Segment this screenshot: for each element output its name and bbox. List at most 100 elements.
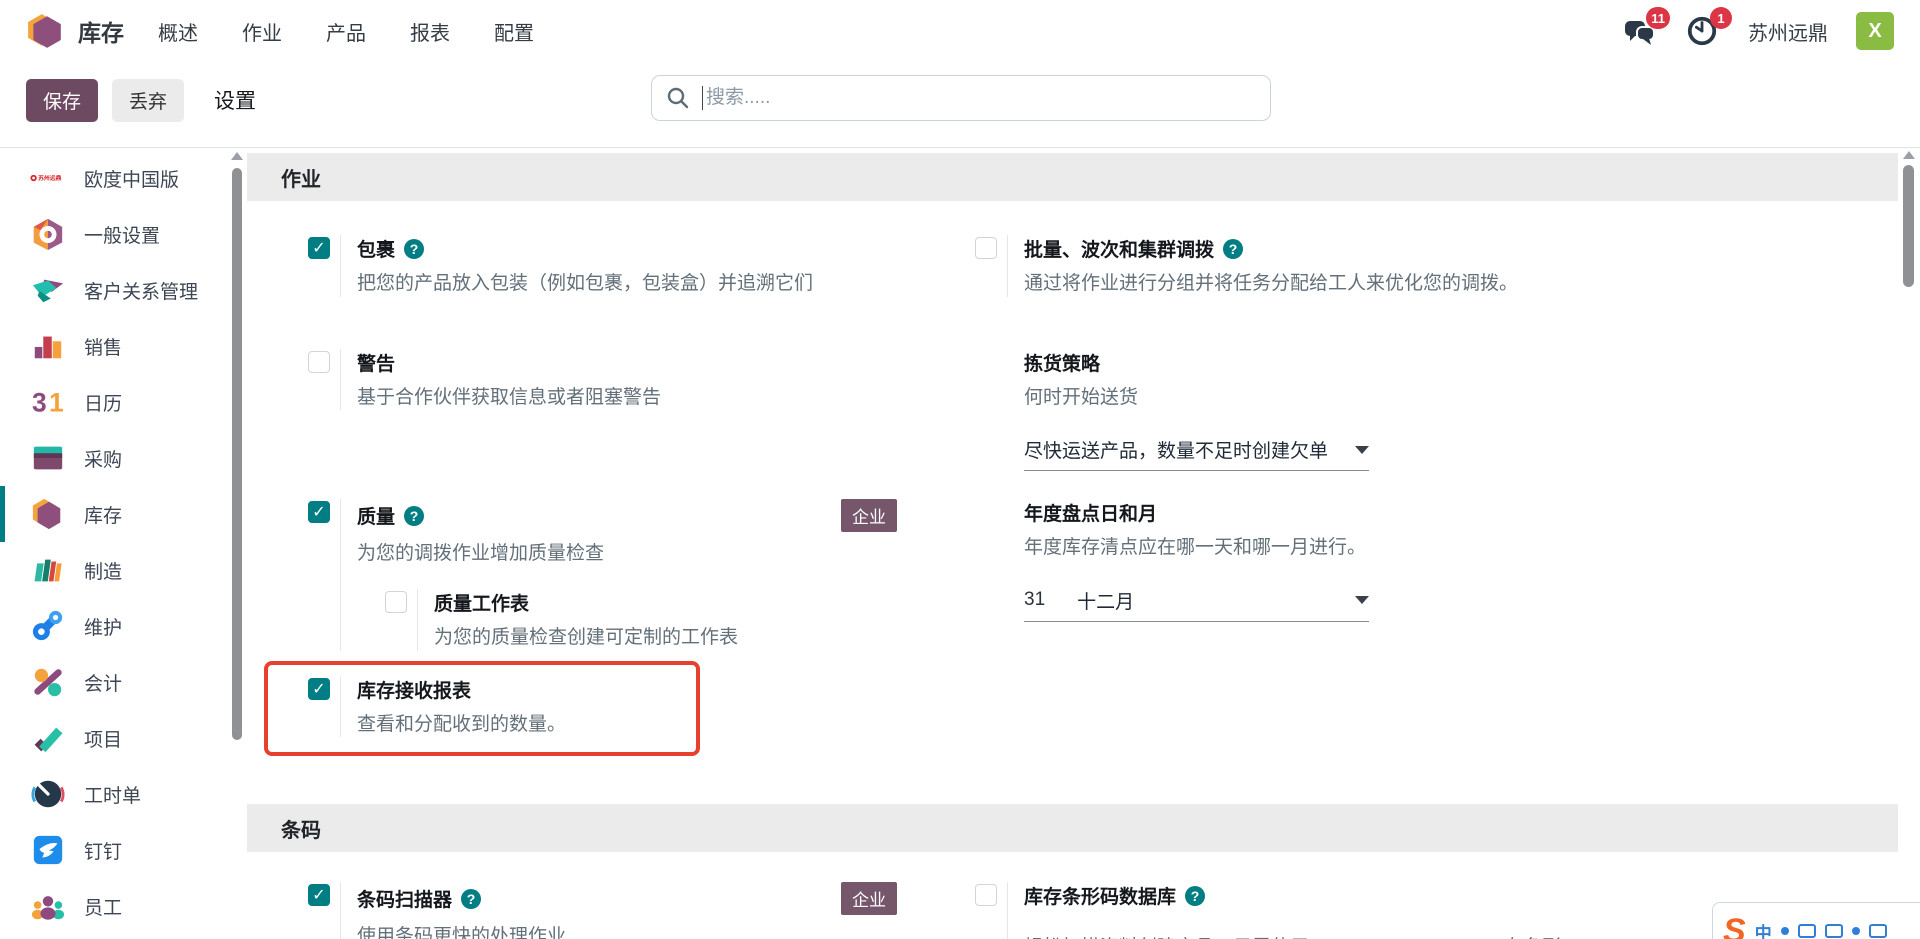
setting-label: 年度盘点日和月 <box>1024 499 1157 526</box>
avatar[interactable]: X <box>1856 12 1894 50</box>
help-icon[interactable]: ? <box>1185 886 1205 906</box>
annual-month-select[interactable]: 十二月 <box>1077 587 1134 614</box>
maintenance-icon <box>30 608 66 644</box>
setting-label: 质量 <box>357 502 395 529</box>
accounting-icon <box>30 664 66 700</box>
ime-mic-icon[interactable] <box>1852 927 1860 935</box>
setting-warnings: 警告 基于合作伙伴获取信息或者阻塞警告 <box>308 349 975 472</box>
ime-toolbox-icon[interactable] <box>1825 924 1843 938</box>
sidebar-item-project[interactable]: 项目 <box>0 710 227 766</box>
search-box[interactable] <box>651 75 1271 121</box>
user-menu[interactable]: 苏州远鼎 <box>1748 17 1828 46</box>
sidebar-item-general-settings[interactable]: 一般设置 <box>0 206 227 262</box>
scroll-up-arrow-icon[interactable] <box>231 152 243 160</box>
sidebar-item-manufacturing[interactable]: 制造 <box>0 542 227 598</box>
scroll-up-arrow-icon[interactable] <box>1903 151 1915 159</box>
setting-desc: 查看和分配收到的数量。 <box>357 712 696 738</box>
menu-configuration[interactable]: 配置 <box>494 17 534 46</box>
setting-reception-report: 库存接收报表 查看和分配收到的数量。 <box>308 676 696 738</box>
ime-keyboard-icon[interactable] <box>1798 924 1816 938</box>
help-icon[interactable]: ? <box>404 239 424 259</box>
batch-checkbox[interactable] <box>975 237 997 259</box>
menu-products[interactable]: 产品 <box>326 17 366 46</box>
project-icon <box>30 720 66 756</box>
setting-barcode-scanner: 条码扫描器 ? 企业 使用条码更快的处理作业 <box>308 882 975 939</box>
help-icon[interactable]: ? <box>404 506 424 526</box>
svg-text:3: 3 <box>32 387 47 417</box>
annual-day-input[interactable]: 31 <box>1024 589 1045 611</box>
control-bar: 保存 丢弃 设置 <box>0 62 1920 138</box>
sidebar-item-crm[interactable]: 客户关系管理 <box>0 262 227 318</box>
app-title[interactable]: 库存 <box>78 14 124 48</box>
purchase-icon <box>30 440 66 476</box>
warnings-checkbox[interactable] <box>308 351 330 373</box>
inventory-app-icon[interactable] <box>26 12 64 50</box>
setting-label: 拣货策略 <box>1024 349 1100 376</box>
discard-button[interactable]: 丢弃 <box>112 79 184 122</box>
scrollbar-thumb[interactable] <box>1903 165 1914 287</box>
picking-policy-select[interactable]: 尽快运送产品，数量不足时创建欠单 <box>1024 436 1369 471</box>
setting-desc: 通过将作业进行分组并将任务分配给工人来优化您的调拨。 <box>1024 271 1898 297</box>
setting-desc: 为您的质量检查创建可定制的工作表 <box>434 625 975 651</box>
setting-packages: 包裹 ? 把您的产品放入包装（例如包裹，包装盒）并追溯它们 <box>308 235 975 297</box>
sidebar-item-odoo-china[interactable]: 苏州远鼎 欧度中国版 <box>0 150 227 206</box>
employees-icon <box>30 888 66 924</box>
menu-overview[interactable]: 概述 <box>158 17 198 46</box>
annual-inventory-fields[interactable]: 31 十二月 <box>1024 587 1369 622</box>
sidebar-item-calendar[interactable]: 3 1 日历 <box>0 374 227 430</box>
search-input[interactable] <box>706 87 1256 109</box>
section-barcode: 条码 <box>247 804 1898 852</box>
text-cursor <box>702 86 703 110</box>
setting-quality-worksheet: 质量工作表 为您的质量检查创建可定制的工作表 <box>385 589 975 651</box>
help-icon[interactable]: ? <box>461 889 481 909</box>
breadcrumb-settings[interactable]: 设置 <box>214 85 256 115</box>
enterprise-badge: 企业 <box>841 499 897 532</box>
ime-mode-icon[interactable]: 中 <box>1755 919 1772 939</box>
barcode-database-checkbox[interactable] <box>975 884 997 906</box>
quality-worksheet-checkbox[interactable] <box>385 591 407 613</box>
sidebar-item-timesheets[interactable]: 工时单 <box>0 766 227 822</box>
page-scrollbar[interactable] <box>1898 147 1920 939</box>
sidebar-item-inventory[interactable]: 库存 <box>0 486 227 542</box>
ime-settings-icon[interactable] <box>1869 924 1887 938</box>
activities-button[interactable]: 1 <box>1686 15 1720 47</box>
crm-icon <box>30 272 66 308</box>
setting-batch-transfers: 批量、波次和集群调拨 ? 通过将作业进行分组并将任务分配给工人来优化您的调拨。 <box>975 235 1898 297</box>
topbar-right: 11 1 苏州远鼎 X <box>1624 12 1894 50</box>
quality-checkbox[interactable] <box>308 501 330 523</box>
sidebar-item-employees[interactable]: 员工 <box>0 878 227 934</box>
reception-report-checkbox[interactable] <box>308 678 330 700</box>
scrollbar-thumb[interactable] <box>232 168 242 740</box>
calendar-icon: 3 1 <box>30 384 66 420</box>
barcode-scanner-checkbox[interactable] <box>308 884 330 906</box>
section-operations: 作业 <box>247 153 1898 201</box>
save-button[interactable]: 保存 <box>26 79 98 122</box>
ime-dot-icon[interactable] <box>1781 927 1789 935</box>
packages-checkbox[interactable] <box>308 237 330 259</box>
sidebar-item-sales[interactable]: 销售 <box>0 318 227 374</box>
sogou-logo-icon[interactable]: S <box>1723 914 1746 939</box>
ime-toolbar[interactable]: S 中 <box>1712 902 1920 939</box>
inventory-settings-page: 库存 概述 作业 产品 报表 配置 11 <box>0 0 1920 939</box>
menu-operations[interactable]: 作业 <box>242 17 282 46</box>
setting-desc: 把您的产品放入包装（例如包裹，包装盒）并追溯它们 <box>357 271 975 297</box>
apps-sidebar: 苏州远鼎 欧度中国版 一般设置 <box>0 148 227 939</box>
help-icon[interactable]: ? <box>1223 239 1243 259</box>
sidebar-item-accounting[interactable]: 会计 <box>0 654 227 710</box>
setting-desc: 年度库存清点应在哪一天和哪一月进行。 <box>1024 535 1898 561</box>
svg-text:苏州远鼎: 苏州远鼎 <box>38 174 62 182</box>
sidebar-item-purchase[interactable]: 采购 <box>0 430 227 486</box>
sidebar-item-dingtalk[interactable]: 钉钉 <box>0 822 227 878</box>
setting-desc: 使用条码更快的处理作业 <box>357 924 975 939</box>
enterprise-badge: 企业 <box>841 882 897 915</box>
inventory-icon <box>30 496 66 532</box>
messages-button[interactable]: 11 <box>1624 15 1658 47</box>
settings-main: 作业 包裹 ? 把您的产品放入包装（例如包裹，包装盒）并追溯它们 <box>247 148 1898 939</box>
section-title: 作业 <box>281 163 321 192</box>
setting-desc: 何时开始送货 <box>1024 385 1898 411</box>
sidebar-scrollbar[interactable] <box>227 148 247 939</box>
setting-label: 警告 <box>357 349 395 376</box>
setting-annual-inventory: 年度盘点日和月 年度库存清点应在哪一天和哪一月进行。 31 十二月 <box>975 499 1898 650</box>
sidebar-item-maintenance[interactable]: 维护 <box>0 598 227 654</box>
menu-reporting[interactable]: 报表 <box>410 17 450 46</box>
